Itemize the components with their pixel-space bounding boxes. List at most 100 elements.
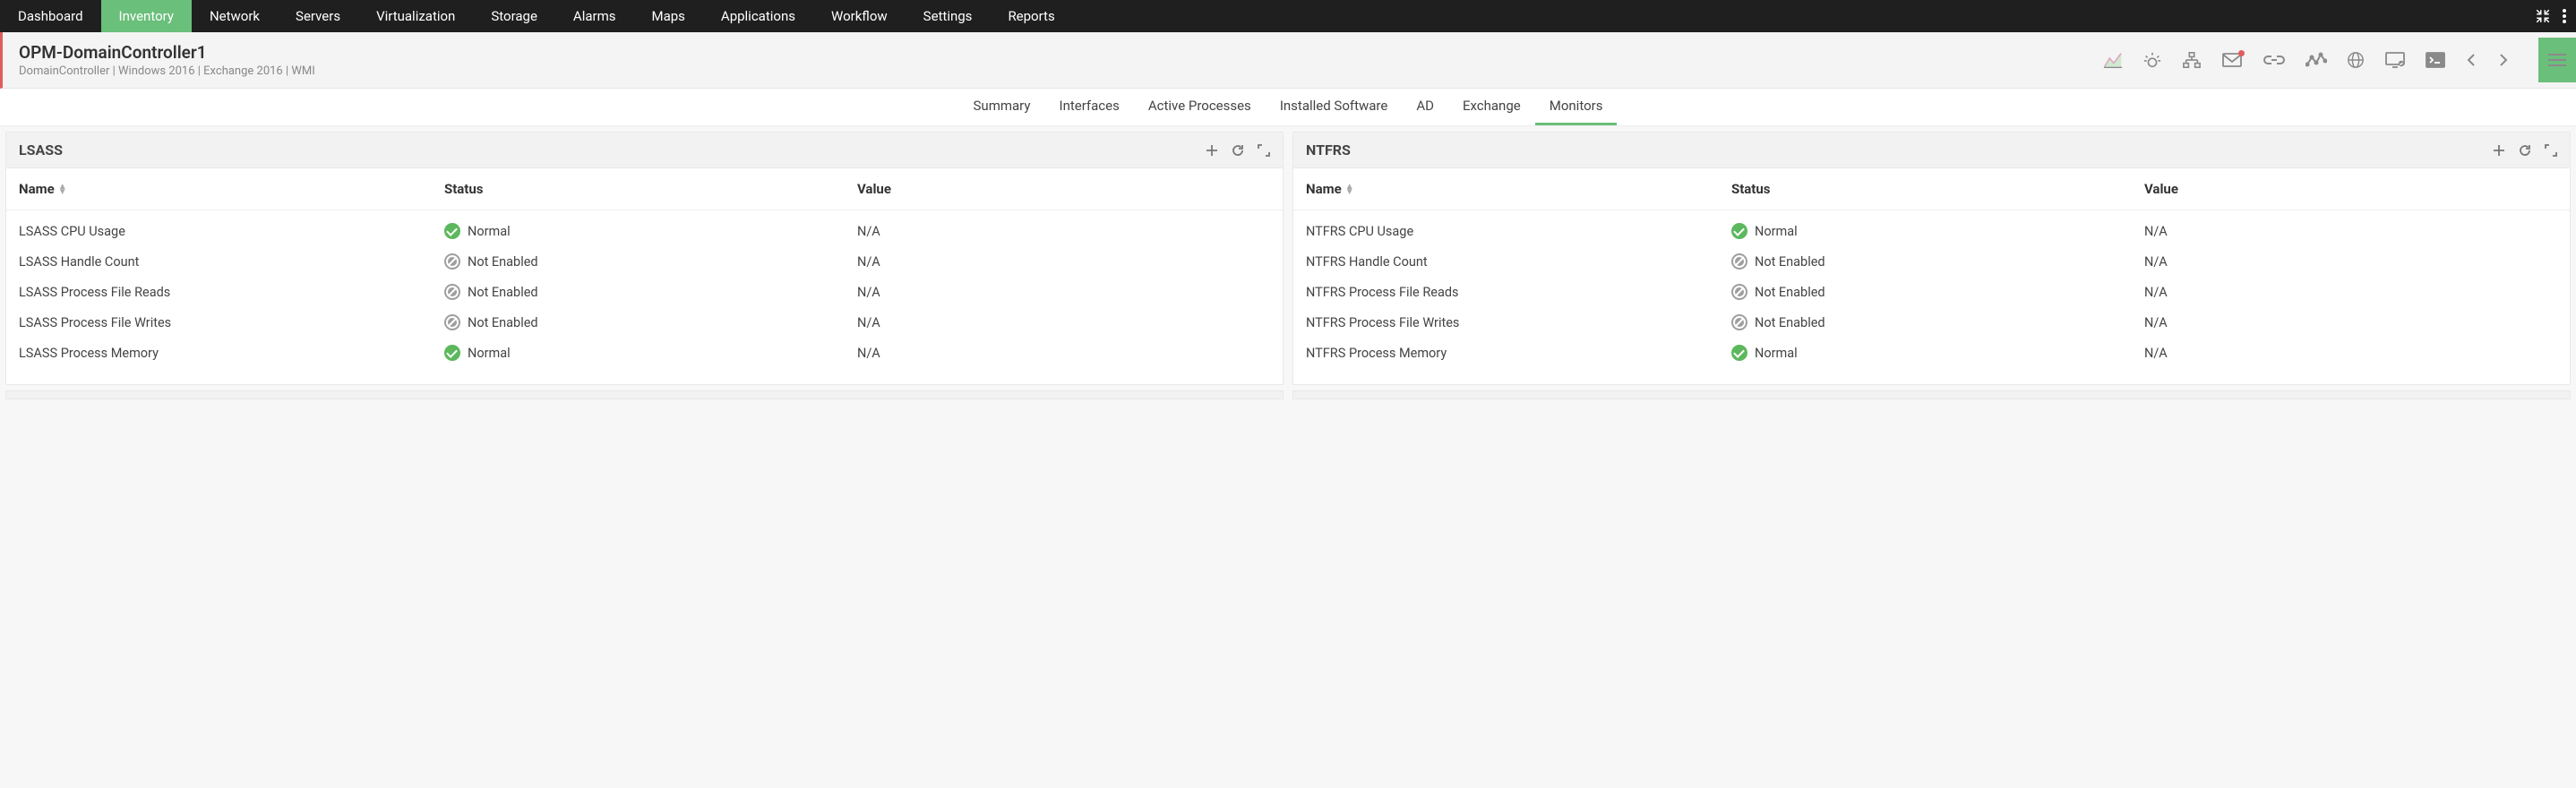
- panel-actions: [2493, 143, 2557, 158]
- tab-summary[interactable]: Summary: [959, 89, 1045, 125]
- topnav-item-virtualization[interactable]: Virtualization: [358, 0, 473, 32]
- table-row[interactable]: NTFRS Process File ReadsNot EnabledN/A: [1293, 277, 2570, 307]
- globe-icon[interactable]: [2347, 51, 2365, 69]
- status-label: Not Enabled: [468, 254, 538, 270]
- table-row[interactable]: LSASS CPU UsageNormalN/A: [6, 216, 1283, 246]
- topnav-item-maps[interactable]: Maps: [633, 0, 702, 32]
- activity-icon[interactable]: [2306, 52, 2327, 68]
- topnav-item-dashboard[interactable]: Dashboard: [0, 0, 101, 32]
- top-nav-items: DashboardInventoryNetworkServersVirtuali…: [0, 0, 2535, 32]
- cell-name: LSASS Process File Writes: [19, 315, 444, 330]
- cell-name: NTFRS Process File Reads: [1306, 285, 1731, 300]
- topnav-item-applications[interactable]: Applications: [703, 0, 813, 32]
- add-icon[interactable]: [1206, 143, 1218, 158]
- cell-value: N/A: [2144, 224, 2557, 239]
- status-normal-icon: [1731, 345, 1747, 361]
- topnav-item-alarms[interactable]: Alarms: [555, 0, 634, 32]
- next-icon[interactable]: [2497, 52, 2510, 68]
- page-meta: DomainController | Windows 2016 | Exchan…: [19, 64, 2103, 78]
- status-label: Normal: [468, 346, 511, 361]
- topnav-item-reports[interactable]: Reports: [990, 0, 1072, 32]
- col-header-value[interactable]: Value: [2144, 181, 2557, 197]
- cell-status: Not Enabled: [1731, 284, 2144, 300]
- top-nav: DashboardInventoryNetworkServersVirtuali…: [0, 0, 2576, 32]
- panel-ntfrs: NTFRSName▲▼StatusValueNTFRS CPU UsageNor…: [1292, 132, 2571, 385]
- cell-status: Not Enabled: [444, 314, 857, 330]
- topnav-item-workflow[interactable]: Workflow: [813, 0, 906, 32]
- table-row[interactable]: NTFRS Process MemoryNormalN/A: [1293, 338, 2570, 368]
- topnav-item-inventory[interactable]: Inventory: [101, 0, 192, 32]
- table-header: Name▲▼StatusValue: [1293, 168, 2570, 210]
- table-row[interactable]: LSASS Process MemoryNormalN/A: [6, 338, 1283, 368]
- add-icon[interactable]: [2493, 143, 2505, 158]
- tab-exchange[interactable]: Exchange: [1448, 89, 1535, 125]
- cell-name: LSASS Handle Count: [19, 254, 444, 270]
- chart-icon[interactable]: [2103, 51, 2123, 69]
- collapse-icon[interactable]: [2535, 8, 2551, 24]
- page-header-left: OPM-DomainController1 DomainController |…: [12, 42, 2103, 78]
- col-header-status[interactable]: Status: [444, 181, 857, 197]
- topnav-item-network[interactable]: Network: [192, 0, 278, 32]
- topnav-item-servers[interactable]: Servers: [278, 0, 358, 32]
- status-label: Not Enabled: [1755, 254, 1825, 270]
- status-disabled-icon: [444, 284, 460, 300]
- top-nav-right: [2535, 0, 2576, 32]
- table-row[interactable]: NTFRS Handle CountNot EnabledN/A: [1293, 246, 2570, 277]
- table-row[interactable]: LSASS Process File WritesNot EnabledN/A: [6, 307, 1283, 338]
- panels-row: LSASSName▲▼StatusValueLSASS CPU UsageNor…: [0, 126, 2576, 390]
- refresh-icon[interactable]: [2518, 143, 2532, 158]
- cell-value: N/A: [857, 315, 1270, 330]
- cell-value: N/A: [2144, 315, 2557, 330]
- status-disabled-icon: [1731, 284, 1747, 300]
- cell-name: NTFRS Process Memory: [1306, 346, 1731, 361]
- col-header-status[interactable]: Status: [1731, 181, 2144, 197]
- cell-status: Normal: [1731, 345, 2144, 361]
- col-header-value[interactable]: Value: [857, 181, 1270, 197]
- page-header: OPM-DomainController1 DomainController |…: [0, 32, 2576, 89]
- cell-status: Not Enabled: [444, 284, 857, 300]
- mail-icon[interactable]: [2221, 52, 2243, 68]
- panels-row-next: [0, 390, 2576, 405]
- hamburger-menu-icon[interactable]: [2538, 38, 2576, 82]
- panel-title: LSASS: [19, 141, 1206, 158]
- cell-value: N/A: [2144, 285, 2557, 300]
- topnav-item-settings[interactable]: Settings: [906, 0, 991, 32]
- table-row[interactable]: LSASS Process File ReadsNot EnabledN/A: [6, 277, 1283, 307]
- tab-interfaces[interactable]: Interfaces: [1044, 89, 1133, 125]
- link-icon[interactable]: [2263, 54, 2286, 66]
- tab-monitors[interactable]: Monitors: [1535, 89, 1618, 125]
- alert-icon[interactable]: [2142, 51, 2162, 69]
- table-row[interactable]: NTFRS CPU UsageNormalN/A: [1293, 216, 2570, 246]
- refresh-icon[interactable]: [1231, 143, 1245, 158]
- col-header-name[interactable]: Name▲▼: [1306, 181, 1731, 197]
- tab-active-processes[interactable]: Active Processes: [1134, 89, 1266, 125]
- panel-header: NTFRS: [1293, 133, 2570, 168]
- table-body: LSASS CPU Usage Normal N/A LSASS Handle Cou…: [6, 210, 1283, 384]
- prev-icon[interactable]: [2465, 52, 2477, 68]
- sort-icon: ▲▼: [1345, 184, 1354, 195]
- cell-status: Not Enabled: [444, 253, 857, 270]
- more-icon[interactable]: [2562, 8, 2567, 24]
- monitor-table: Name▲▼StatusValue NTFRS CPU UsageNormalN/…: [1293, 168, 2570, 384]
- table-row[interactable]: NTFRS Process File WritesNot EnabledN/A: [1293, 307, 2570, 338]
- tab-ad[interactable]: AD: [1402, 89, 1448, 125]
- status-label: Normal: [1755, 346, 1798, 361]
- expand-icon[interactable]: [1258, 143, 1270, 158]
- status-disabled-icon: [1731, 314, 1747, 330]
- cell-status: Normal: [444, 345, 857, 361]
- status-disabled-icon: [1731, 253, 1747, 270]
- sort-icon: ▲▼: [58, 184, 67, 195]
- sub-tabs: SummaryInterfacesActive ProcessesInstall…: [0, 89, 2576, 126]
- table-row[interactable]: LSASS Handle CountNot EnabledN/A: [6, 246, 1283, 277]
- col-header-name[interactable]: Name▲▼: [19, 181, 444, 197]
- status-label: Normal: [468, 224, 511, 239]
- terminal-icon[interactable]: [2426, 52, 2445, 68]
- topology-icon[interactable]: [2182, 51, 2202, 69]
- topnav-item-storage[interactable]: Storage: [473, 0, 555, 32]
- expand-icon[interactable]: [2545, 143, 2557, 158]
- cell-value: N/A: [857, 346, 1270, 361]
- cell-name: LSASS CPU Usage: [19, 224, 444, 239]
- cell-name: NTFRS Handle Count: [1306, 254, 1731, 270]
- monitor-icon[interactable]: [2384, 51, 2406, 69]
- tab-installed-software[interactable]: Installed Software: [1266, 89, 1403, 125]
